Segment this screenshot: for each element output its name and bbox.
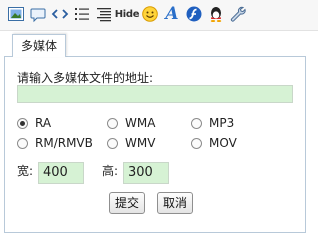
- comment-icon[interactable]: [28, 4, 48, 24]
- font-icon[interactable]: A: [162, 4, 182, 24]
- multimedia-panel: 请输入多媒体文件的地址: RA WMA MP3 RM/RMVB WMV MOV …: [4, 56, 306, 233]
- format-label: MOV: [209, 136, 237, 150]
- format-label: WMA: [125, 116, 156, 130]
- ordered-list-icon[interactable]: [72, 4, 92, 24]
- submit-button[interactable]: 提交: [109, 192, 146, 214]
- format-option-mov[interactable]: MOV: [191, 135, 237, 151]
- smiley-icon[interactable]: [140, 4, 160, 24]
- format-option-rmvb[interactable]: RM/RMVB: [17, 135, 93, 151]
- image-icon[interactable]: [6, 4, 26, 24]
- format-label: RM/RMVB: [35, 136, 93, 150]
- radio-button[interactable]: [17, 117, 28, 129]
- format-option-mp3[interactable]: MP3: [191, 115, 234, 131]
- format-option-wmv[interactable]: WMV: [107, 135, 155, 151]
- format-label: WMV: [125, 136, 156, 150]
- height-input[interactable]: 300: [123, 162, 169, 184]
- tools-icon[interactable]: [228, 4, 248, 24]
- width-label: 宽:: [17, 164, 34, 178]
- radio-button[interactable]: [107, 117, 118, 129]
- radio-button[interactable]: [17, 137, 28, 149]
- media-url-input[interactable]: [17, 85, 293, 103]
- unordered-list-icon[interactable]: [94, 4, 114, 24]
- radio-button[interactable]: [107, 137, 118, 149]
- hide-icon[interactable]: Hide: [114, 4, 140, 24]
- format-label: MP3: [209, 116, 235, 130]
- height-label: 高:: [102, 164, 119, 178]
- code-icon[interactable]: [50, 4, 70, 24]
- url-prompt: 请输入多媒体文件的地址:: [17, 71, 154, 85]
- format-option-wma[interactable]: WMA: [107, 115, 155, 131]
- editor-toolbar: Hide A: [0, 0, 318, 31]
- qq-icon[interactable]: [206, 4, 226, 24]
- radio-button[interactable]: [191, 117, 202, 129]
- cancel-button[interactable]: 取消: [157, 192, 194, 214]
- tab-multimedia[interactable]: 多媒体: [12, 34, 66, 57]
- radio-button[interactable]: [191, 137, 202, 149]
- format-option-ra[interactable]: RA: [17, 115, 51, 131]
- format-label: RA: [35, 116, 52, 130]
- width-input[interactable]: 400: [38, 162, 84, 184]
- flash-icon[interactable]: [184, 4, 204, 24]
